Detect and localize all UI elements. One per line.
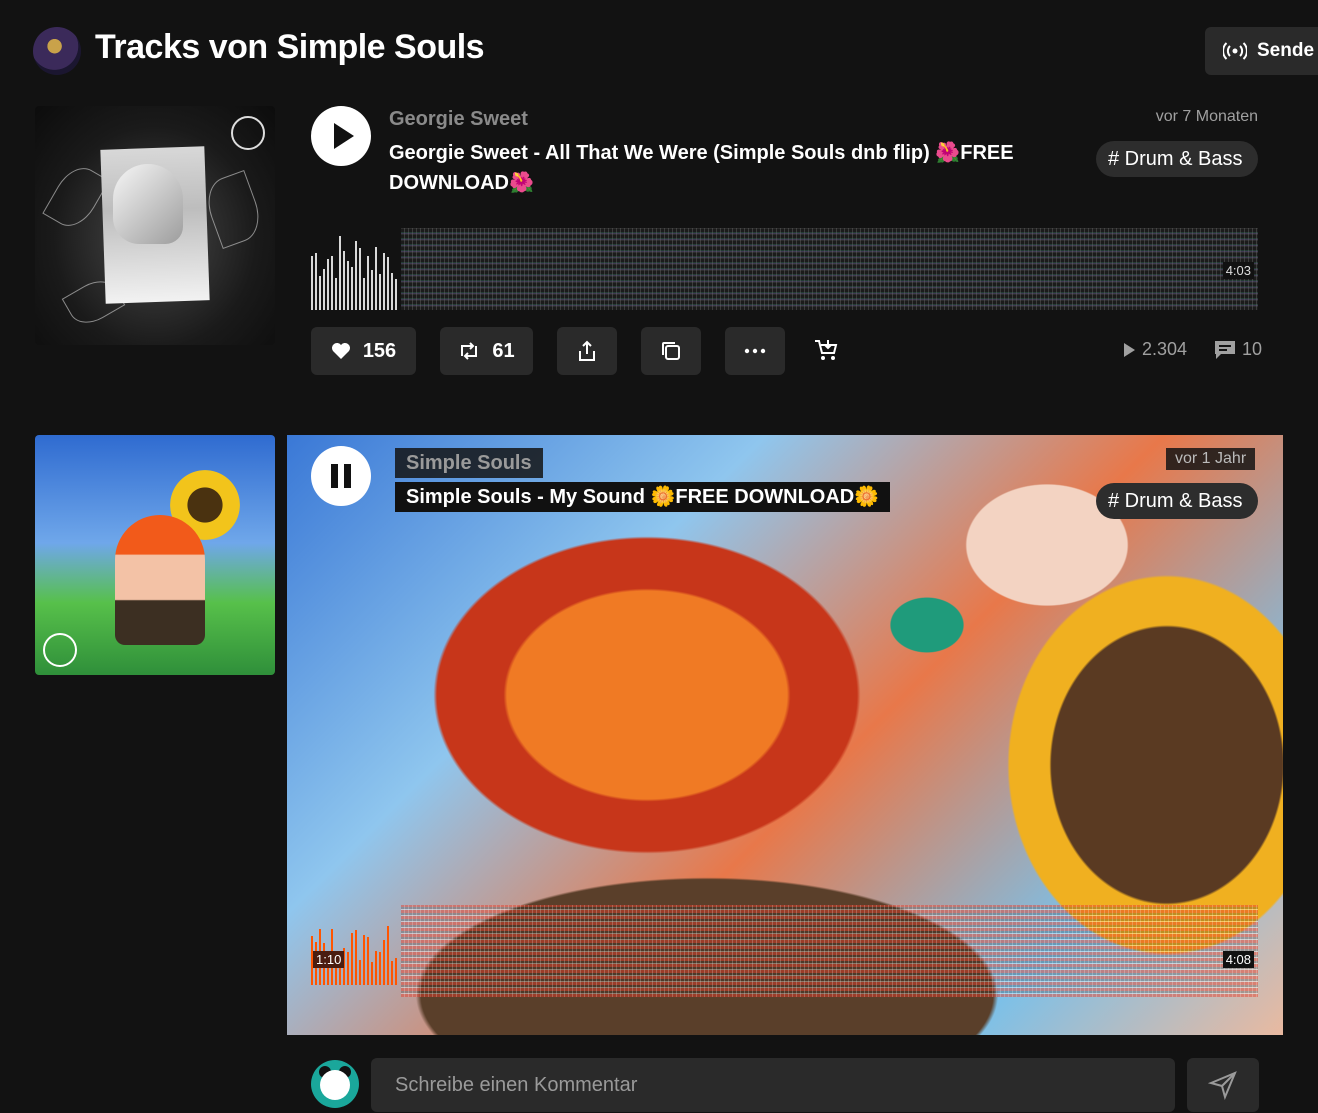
- play-button[interactable]: [311, 106, 371, 166]
- waveform-bar: [359, 960, 361, 985]
- waveform-bar: [375, 247, 377, 310]
- track-artwork[interactable]: [35, 106, 275, 345]
- pause-icon: [331, 464, 338, 488]
- like-count: 156: [362, 339, 397, 362]
- comment-count[interactable]: 10: [1214, 339, 1262, 360]
- track-duration: 4:03: [1222, 262, 1254, 279]
- waveform-bar: [355, 241, 357, 310]
- waveform-remaining: [401, 905, 1258, 997]
- waveform-bar: [367, 937, 369, 985]
- profile-avatar[interactable]: [33, 27, 81, 75]
- waveform-bar: [355, 930, 357, 985]
- page-title: Tracks von Simple Souls: [95, 28, 485, 66]
- waveform-bar: [395, 958, 397, 985]
- waveform-played: [311, 218, 401, 310]
- waveform-bar: [323, 269, 325, 310]
- waveform-bar: [311, 256, 313, 310]
- waveform-bar: [375, 951, 377, 985]
- waveform-bar: [343, 251, 345, 310]
- waveform-bar: [391, 961, 393, 985]
- waveform-bar: [371, 270, 373, 310]
- waveform-bar: [359, 248, 361, 310]
- track-title[interactable]: Georgie Sweet - All That We Were (Simple…: [389, 138, 1039, 198]
- copy-icon: [662, 342, 680, 360]
- waveform-bar: [339, 236, 341, 310]
- waveform-bar: [379, 952, 381, 985]
- label-logo: [43, 633, 77, 667]
- waveform-bar: [371, 962, 373, 985]
- pause-icon-bar: [344, 464, 351, 488]
- play-count: 2.304: [1122, 339, 1187, 360]
- waveform-bar: [315, 253, 317, 310]
- comment-input[interactable]: [371, 1058, 1175, 1112]
- waveform[interactable]: 4:03: [311, 218, 1258, 310]
- send-comment-button[interactable]: [1187, 1058, 1259, 1112]
- waveform-bar: [363, 935, 365, 985]
- genre-tag[interactable]: # Drum & Bass: [1096, 141, 1258, 177]
- waveform-bar: [379, 274, 381, 310]
- waveform-bar: [351, 267, 353, 310]
- track-title[interactable]: Simple Souls - My Sound 🌼FREE DOWNLOAD🌼: [395, 482, 891, 512]
- waveform-bar: [363, 278, 365, 310]
- play-small-icon: [1124, 342, 1135, 357]
- share-button[interactable]: [557, 327, 617, 375]
- waveform-bar: [347, 261, 349, 310]
- track-artist[interactable]: Simple Souls: [395, 448, 543, 478]
- copy-link-button[interactable]: [641, 327, 701, 375]
- waveform-bar: [391, 273, 393, 310]
- buy-cart-icon[interactable]: [813, 338, 841, 364]
- comment-count-value: 10: [1242, 339, 1263, 359]
- waveform-bar: [387, 926, 389, 985]
- broadcast-button[interactable]: Sende: [1205, 27, 1318, 75]
- waveform-bar: [335, 278, 337, 310]
- track-duration: 4:08: [1222, 951, 1254, 968]
- track-artwork[interactable]: [35, 435, 275, 675]
- repost-count: 61: [492, 339, 515, 362]
- waveform-bar: [367, 256, 369, 310]
- play-count-value: 2.304: [1142, 339, 1188, 359]
- track-artist[interactable]: Georgie Sweet: [389, 108, 528, 131]
- genre-tag[interactable]: # Drum & Bass: [1096, 483, 1258, 519]
- broadcast-icon: [1223, 42, 1247, 60]
- user-avatar[interactable]: [311, 1060, 359, 1108]
- label-logo: [231, 116, 265, 150]
- waveform-bar: [395, 279, 397, 310]
- more-icon: [744, 348, 766, 354]
- playback-position: 1:10: [313, 951, 345, 968]
- waveform-bar: [331, 256, 333, 310]
- waveform-bar: [319, 276, 321, 310]
- waveform-remaining: [401, 228, 1258, 310]
- heart-icon: [331, 343, 350, 359]
- repost-button[interactable]: 61: [440, 327, 533, 375]
- broadcast-label: Sende: [1257, 40, 1315, 61]
- comment-icon: [1215, 340, 1235, 359]
- waveform-bar: [351, 933, 353, 985]
- send-icon: [1208, 1071, 1237, 1100]
- repost-icon: [461, 342, 478, 360]
- like-button[interactable]: 156: [311, 327, 416, 375]
- waveform-bar: [387, 257, 389, 310]
- more-button[interactable]: [725, 327, 785, 375]
- waveform-bar: [327, 259, 329, 310]
- waveform-bar: [347, 952, 349, 985]
- waveform[interactable]: 1:10 4:08: [311, 905, 1258, 1000]
- waveform-bar: [383, 253, 385, 310]
- track-date: vor 1 Jahr: [1166, 448, 1256, 470]
- play-icon: [334, 123, 354, 149]
- pause-button[interactable]: [311, 446, 371, 506]
- waveform-bar: [383, 940, 385, 985]
- track-date: vor 7 Monaten: [1155, 108, 1258, 125]
- share-icon: [579, 340, 595, 361]
